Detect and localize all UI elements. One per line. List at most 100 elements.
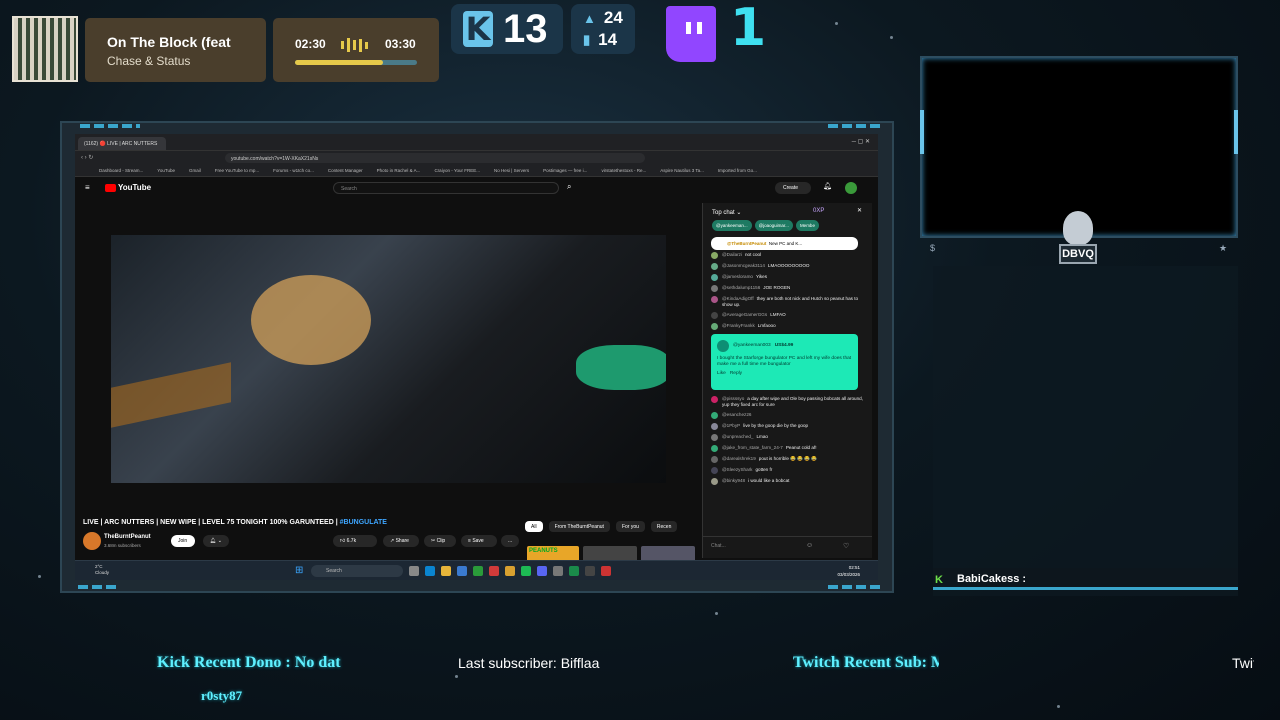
chat-input[interactable]: Chat... <box>711 543 726 549</box>
chat-user[interactable]: @Jasonmcgeak3114 <box>722 263 765 268</box>
folder-icon[interactable] <box>441 566 451 576</box>
chat-user[interactable]: @pissssyo <box>722 396 744 401</box>
url-field[interactable]: youtube.com/watch?v=1W-XKaX21sNs <box>225 153 645 163</box>
filter-chip[interactable]: For you <box>615 521 645 532</box>
chat-messages: @Dailarzi not cool @Jasonmcgeak3114 LMAOOOO… <box>703 250 872 332</box>
bookmark-item[interactable]: Postimages — free i... <box>543 168 587 173</box>
store-icon[interactable] <box>457 566 467 576</box>
browser-tab[interactable]: (1162) 🔴 LIVE | ARC NUTTERS <box>78 137 166 150</box>
youtube-logo[interactable]: YouTube <box>105 183 151 192</box>
bookmark-item[interactable]: Content Manager <box>328 168 363 173</box>
search-icon[interactable]: ⌕ <box>567 182 571 192</box>
task-view-icon[interactable] <box>409 566 419 576</box>
clip-button[interactable]: ✂ Clip <box>424 535 456 547</box>
chat-user[interactable]: @unpreached_ <box>722 434 753 439</box>
chat-user[interactable]: @sethdalump1156 <box>722 285 760 290</box>
chat-message: @unpreached_ Lmao <box>703 432 872 443</box>
app-icon[interactable] <box>489 566 499 576</box>
chat-message: @sethdalump1156 JOE ROGEN <box>703 283 872 294</box>
xbox-icon[interactable] <box>473 566 483 576</box>
channel-avatar[interactable] <box>83 532 101 550</box>
kick-follower-widget: K 13 <box>451 4 563 54</box>
chat-user[interactable]: @FrankyFrankk <box>722 323 755 328</box>
chat-message: @FrankyFrankk Lmfaooo <box>703 321 872 332</box>
bookmark-item[interactable]: Imported from Go... <box>718 168 757 173</box>
search-input[interactable]: Search <box>333 182 559 194</box>
bookmark-item[interactable]: Aspire Nautilus 3 Ta... <box>660 168 704 173</box>
progress-bar <box>295 60 417 65</box>
chat-user[interactable]: @KindaAdigOff <box>722 296 754 301</box>
taskbar-search[interactable]: Search <box>311 565 403 577</box>
chat-user[interactable]: @darealshrek19 <box>722 456 756 461</box>
chat-text: not cool <box>744 252 762 257</box>
chat-message: @darealshrek19 pout is horrible 😂 😂 😂 😂 <box>703 454 872 465</box>
bookmark-item[interactable]: Dashboard - Stream... <box>99 168 143 173</box>
window-controls[interactable]: ─ ▢ ✕ <box>852 138 870 145</box>
bookmark-item[interactable]: virstatethestoxs - Re... <box>601 168 646 173</box>
pinned-user-chip[interactable]: @joaoguimar... <box>754 220 793 231</box>
chat-user[interactable]: @AverageGamerGGs <box>722 312 767 317</box>
chrome-icon[interactable] <box>505 566 515 576</box>
bell-icon[interactable]: 🔔︎ <box>823 182 832 190</box>
filter-chip[interactable]: Recen <box>650 521 678 532</box>
avatar[interactable] <box>845 182 857 194</box>
menu-icon[interactable]: ≡ <box>85 183 90 192</box>
bookmark-item[interactable]: Gmail <box>189 168 201 173</box>
star <box>455 675 458 678</box>
chat-message: @Jasonmcgeak3114 LMAOOOOOOOOO <box>703 261 872 272</box>
edge-icon[interactable] <box>425 566 435 576</box>
spotify-icon[interactable] <box>521 566 531 576</box>
chat-user[interactable]: @esanchez26 <box>722 412 751 417</box>
video-player[interactable] <box>111 235 666 483</box>
bell-icon[interactable]: 🔔︎ ⌄ <box>203 535 229 547</box>
bookmark-item[interactable]: Craiyon - Your FREE... <box>434 168 480 173</box>
dollar-icon: $ <box>930 243 936 253</box>
chat-user[interactable]: @SleezyShark <box>722 467 752 472</box>
chat-user[interactable]: @binky948 <box>722 478 745 483</box>
join-button[interactable]: Join <box>171 535 195 547</box>
system-clock[interactable]: 02:51 03/03/2026 <box>837 564 860 578</box>
bookmark-item[interactable]: YouTube <box>157 168 175 173</box>
more-button[interactable]: ... <box>501 535 519 547</box>
avatar <box>711 263 718 270</box>
app-icon[interactable] <box>601 566 611 576</box>
chat-mode-select[interactable]: Top chat <box>712 210 735 216</box>
close-icon[interactable]: ✕ <box>857 207 862 214</box>
pinned-message[interactable]: @TheBurntPeanut New PC and K... <box>711 237 858 250</box>
video-frame-detail <box>111 362 231 428</box>
bookmark-item[interactable]: Photo in Rachel & A... <box>377 168 421 173</box>
recommendation-chips: All From TheBurntPeanut For you Recen <box>525 521 678 532</box>
windows-start-icon[interactable]: ⊞ <box>295 565 303 576</box>
like-button[interactable]: Like <box>717 371 726 376</box>
weather-widget[interactable]: 2°C Cloudy <box>95 564 109 576</box>
frame-decoration <box>828 585 884 589</box>
nvidia-icon[interactable] <box>569 566 579 576</box>
channel-name[interactable]: TheBurntPeanut <box>104 534 151 540</box>
pinned-user-chip[interactable]: @yankeeman... <box>712 220 752 231</box>
share-button[interactable]: ↗ Share <box>383 535 419 547</box>
reply-button[interactable]: Reply <box>730 371 742 376</box>
filter-chip[interactable]: From TheBurntPeanut <box>548 521 610 532</box>
create-button[interactable]: Create <box>775 182 811 194</box>
bookmark-item[interactable]: Free YouTube to mp... <box>215 168 259 173</box>
bookmark-item[interactable]: No Hesi | Servers <box>494 168 529 173</box>
save-button[interactable]: ≡ Save <box>461 535 497 547</box>
chat-text: LMAOOOOOOOOO <box>767 263 810 268</box>
like-button[interactable]: 👍︎ 6.7k <box>333 535 377 547</box>
nav-arrows-icon[interactable]: ‹ › ↻ <box>81 154 93 161</box>
discord-icon[interactable] <box>537 566 547 576</box>
emoji-icon[interactable]: ☺ <box>806 542 813 549</box>
bookmark-item[interactable]: Forums - w1tch co... <box>273 168 314 173</box>
chat-user[interactable]: @Dailarzi <box>722 252 742 257</box>
star <box>38 575 41 578</box>
heart-icon[interactable]: ♡ <box>843 542 849 550</box>
twitch-count: 1 <box>730 0 767 58</box>
chat-user[interactable]: @jake_from_state_farm_24-7 <box>722 445 783 450</box>
app-icon[interactable] <box>585 566 595 576</box>
chat-user[interactable]: @1PbyP <box>722 423 740 428</box>
donor-name: r0sty87 <box>201 688 243 703</box>
pinned-user-chip[interactable]: Membe <box>795 220 819 231</box>
app-icon[interactable] <box>553 566 563 576</box>
filter-chip[interactable]: All <box>525 521 543 532</box>
chat-user[interactable]: @jamesloramo <box>722 274 753 279</box>
